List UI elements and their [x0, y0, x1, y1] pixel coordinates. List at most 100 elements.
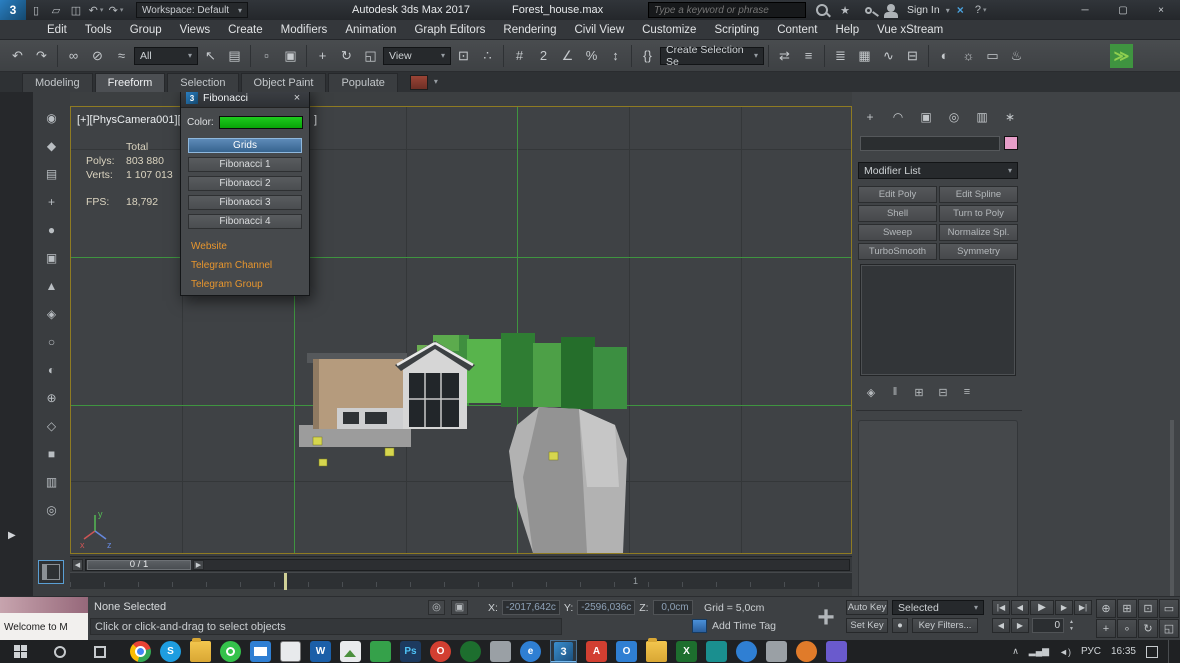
zoom-icon[interactable]: ⊕ — [1096, 599, 1116, 618]
left-toolbar-icon-6[interactable]: ▣ — [41, 248, 63, 268]
shell-button[interactable]: Shell — [858, 205, 937, 222]
color-swatch[interactable] — [219, 116, 303, 129]
volume-icon[interactable]: ◄) — [1059, 647, 1071, 657]
pin-stack-icon[interactable]: ◈ — [864, 386, 878, 399]
unlink-selection-icon[interactable]: ⊘ — [86, 44, 109, 68]
normalize-spline-button[interactable]: Normalize Spl. — [939, 224, 1018, 241]
render-production-icon[interactable]: ♨ — [1005, 44, 1028, 68]
action-center-icon[interactable] — [1146, 646, 1158, 658]
snaps-toggle-icon[interactable]: 2 — [532, 44, 555, 68]
viewport-layout-tab[interactable] — [38, 560, 64, 584]
time-slider-handle[interactable]: 0 / 1 — [87, 560, 191, 570]
curve-editor-icon[interactable]: ∿ — [877, 44, 900, 68]
select-by-name-icon[interactable]: ▤ — [223, 44, 246, 68]
chrome-icon[interactable] — [130, 641, 151, 662]
documents-icon[interactable] — [280, 641, 301, 662]
layer-manager-icon[interactable]: ≣ — [829, 44, 852, 68]
remove-modifier-icon[interactable]: ⊟ — [936, 386, 950, 399]
search-icon[interactable] — [812, 1, 832, 19]
reference-coordinate-dropdown[interactable]: View▾ — [383, 47, 451, 65]
photoshop-icon[interactable]: Ps — [400, 641, 421, 662]
tab-freeform[interactable]: Freeform — [95, 73, 166, 92]
ribbon-config-icon[interactable] — [410, 75, 428, 90]
whatsapp-icon[interactable] — [220, 641, 241, 662]
move-gizmo-icon[interactable]: + — [808, 598, 844, 638]
search-input[interactable] — [648, 2, 806, 18]
start-button[interactable] — [0, 640, 40, 663]
app-logo-icon[interactable]: 3 — [0, 0, 26, 20]
menu-content[interactable]: Content — [768, 20, 826, 40]
fibonacci-1-button[interactable]: Fibonacci 1 — [188, 157, 302, 172]
left-toolbar-icon-1[interactable]: ◉ — [41, 108, 63, 128]
key-step-forward-button[interactable]: ▶ — [1011, 618, 1029, 633]
maximize-viewport-icon[interactable]: ◱ — [1159, 619, 1179, 638]
schematic-view-icon[interactable]: ⊟ — [901, 44, 924, 68]
menu-animation[interactable]: Animation — [336, 20, 405, 40]
new-scene-icon[interactable]: ▯ — [26, 1, 46, 19]
favorites-star-icon[interactable]: ★ — [835, 1, 855, 19]
teams-icon[interactable] — [706, 641, 727, 662]
show-desktop-button[interactable] — [1168, 640, 1172, 663]
telegram-group-link[interactable]: Telegram Group — [191, 279, 299, 290]
clock[interactable]: 16:35 — [1111, 646, 1136, 657]
spinner-up-icon[interactable]: ▲ — [1066, 619, 1077, 625]
object-name-field[interactable] — [860, 136, 1000, 151]
sign-in-button[interactable]: Sign In — [904, 4, 943, 16]
track-bar[interactable]: 1 — [70, 572, 852, 589]
left-toolbar-icon-12[interactable]: ◇ — [41, 416, 63, 436]
select-object-icon[interactable]: ↖ — [199, 44, 222, 68]
play-button[interactable]: ▶ — [1030, 600, 1054, 615]
exchange-apps-icon[interactable]: × — [953, 3, 968, 17]
show-hidden-icons[interactable]: ∧ — [1012, 646, 1019, 657]
motion-tab-icon[interactable]: ◎ — [944, 108, 964, 126]
percent-snap-icon[interactable]: % — [580, 44, 603, 68]
excel-icon[interactable]: X — [676, 641, 697, 662]
left-toolbar-icon-10[interactable]: ◐ — [41, 360, 63, 380]
left-toolbar-icon-11[interactable]: ⊕ — [41, 388, 63, 408]
toolbar-chevrons-icon[interactable]: ≫ — [1110, 44, 1133, 68]
menu-rendering[interactable]: Rendering — [494, 20, 565, 40]
left-toolbar-icon-7[interactable]: ▲ — [41, 276, 63, 296]
notepad-icon[interactable] — [490, 641, 511, 662]
auto-key-button[interactable]: Auto Key — [846, 600, 888, 615]
menu-help[interactable]: Help — [826, 20, 868, 40]
edit-named-selection-sets-icon[interactable]: {} — [636, 44, 659, 68]
object-color-swatch[interactable] — [1004, 136, 1018, 150]
3dsmax-taskbar-icon[interactable]: 3 — [550, 640, 577, 663]
menu-customize[interactable]: Customize — [633, 20, 705, 40]
cloud-icon[interactable] — [736, 641, 757, 662]
select-and-scale-icon[interactable]: ◱ — [359, 44, 382, 68]
task-view-button[interactable] — [80, 640, 120, 663]
media-icon[interactable] — [796, 641, 817, 662]
previous-frame-button[interactable]: ◀ — [1011, 600, 1029, 615]
edit-poly-button[interactable]: Edit Poly — [858, 186, 937, 203]
zoom-extents-icon[interactable]: ⊡ — [1138, 599, 1158, 618]
expand-panel-arrow-icon[interactable]: ▶ — [8, 530, 16, 541]
sweep-button[interactable]: Sweep — [858, 224, 937, 241]
ribbon-toggle-icon[interactable]: ▦ — [853, 44, 876, 68]
paint-icon[interactable] — [460, 641, 481, 662]
skype-icon[interactable]: S — [160, 641, 181, 662]
menu-civil-view[interactable]: Civil View — [565, 20, 633, 40]
language-indicator[interactable]: РУС — [1081, 646, 1101, 657]
maximize-button[interactable]: ▢ — [1104, 0, 1142, 20]
render-setup-icon[interactable]: ☼ — [957, 44, 980, 68]
modifier-list-dropdown[interactable]: Modifier List▾ — [858, 162, 1018, 179]
left-toolbar-icon-9[interactable]: ○ — [41, 332, 63, 352]
tab-modeling[interactable]: Modeling — [22, 73, 93, 92]
menu-tools[interactable]: Tools — [76, 20, 121, 40]
help-icon[interactable]: ?▾ — [971, 1, 991, 19]
next-frame-arrow-icon[interactable]: ▶ — [193, 560, 204, 570]
align-icon[interactable]: ≡ — [797, 44, 820, 68]
redo-scene-icon[interactable]: ↷ — [30, 44, 53, 68]
modifier-stack-list[interactable] — [860, 264, 1016, 376]
user-icon[interactable] — [881, 1, 901, 19]
frame-spinner[interactable]: ▲ ▼ — [1066, 618, 1077, 633]
network-icon[interactable]: ▂▄▆ — [1029, 646, 1049, 657]
dialog-close-icon[interactable]: × — [290, 92, 304, 104]
tab-object-paint[interactable]: Object Paint — [241, 73, 327, 92]
menu-group[interactable]: Group — [121, 20, 171, 40]
undo-scene-icon[interactable]: ↶ — [6, 44, 29, 68]
select-and-move-icon[interactable]: + — [311, 44, 334, 68]
angle-snap-icon[interactable]: ∠ — [556, 44, 579, 68]
